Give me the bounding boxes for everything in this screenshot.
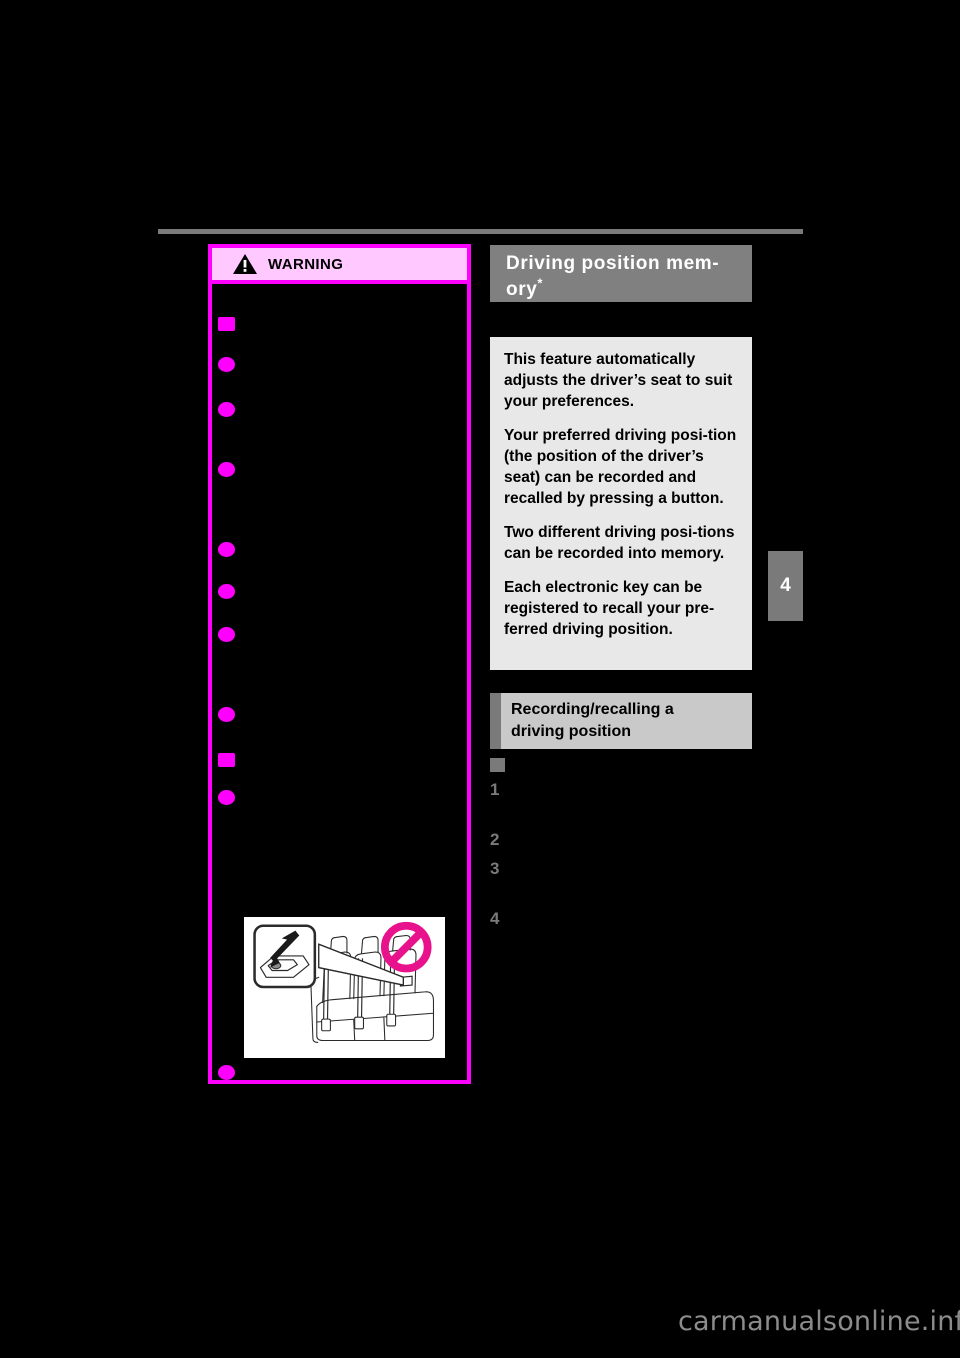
warning-title: WARNING (268, 255, 344, 273)
seatbelt-buckle-prohibited-illustration (242, 915, 447, 1060)
subsection-title-line2: driving position (511, 723, 631, 740)
warning-bullet-circle (218, 542, 235, 557)
warning-box: WARNING (208, 244, 471, 1084)
warning-bullet-square (218, 753, 235, 767)
warning-bullet-square (218, 317, 235, 331)
step-number: 3 (490, 859, 500, 878)
subsection-title-line1: Recording/recalling a (511, 701, 674, 718)
subsection-header-title: Recording/recalling a driving position (501, 699, 674, 743)
info-paragraph: Each electronic key can be registered to… (504, 579, 715, 638)
info-paragraph: Your preferred driving posi-tion (the po… (504, 427, 737, 507)
page-top-rule (158, 229, 803, 234)
warning-bullet-circle (218, 402, 235, 417)
step-number: 1 (490, 780, 500, 799)
info-box: This feature automatically adjusts the d… (490, 337, 752, 670)
warning-bullet-circle (218, 627, 235, 642)
info-paragraph: This feature automatically adjusts the d… (504, 351, 733, 410)
step-number: 4 (490, 909, 500, 928)
warning-triangle-icon (233, 254, 257, 274)
subsection-header: Recording/recalling a driving position (490, 693, 752, 749)
warning-bullet-circle (218, 357, 235, 372)
footnote-marker: * (537, 275, 544, 291)
chapter-tab: 4 (768, 551, 803, 621)
manual-page: 4 WARNING Driving position mem- ory* Thi… (0, 0, 960, 1358)
step-number: 2 (490, 830, 500, 849)
warning-body (212, 284, 467, 1116)
warning-bullet-circle (218, 462, 235, 477)
section-title-line1: Driving position mem- (506, 253, 720, 274)
warning-bullet-circle (218, 790, 235, 805)
warning-bullet-circle (218, 584, 235, 599)
section-header: Driving position mem- ory* (490, 245, 752, 302)
info-paragraph: Two different driving posi-tions can be … (504, 524, 735, 562)
section-header-title: Driving position mem- ory* (506, 251, 738, 303)
warning-header: WARNING (212, 248, 467, 284)
section-title-line2: ory (506, 279, 538, 300)
site-watermark: carmanualsonline.info (678, 1306, 960, 1337)
subsection-accent-bar (490, 693, 501, 749)
warning-bullet-circle (218, 707, 235, 722)
warning-bullet-circle (218, 1065, 235, 1080)
procedure-heading-marker (490, 758, 505, 772)
